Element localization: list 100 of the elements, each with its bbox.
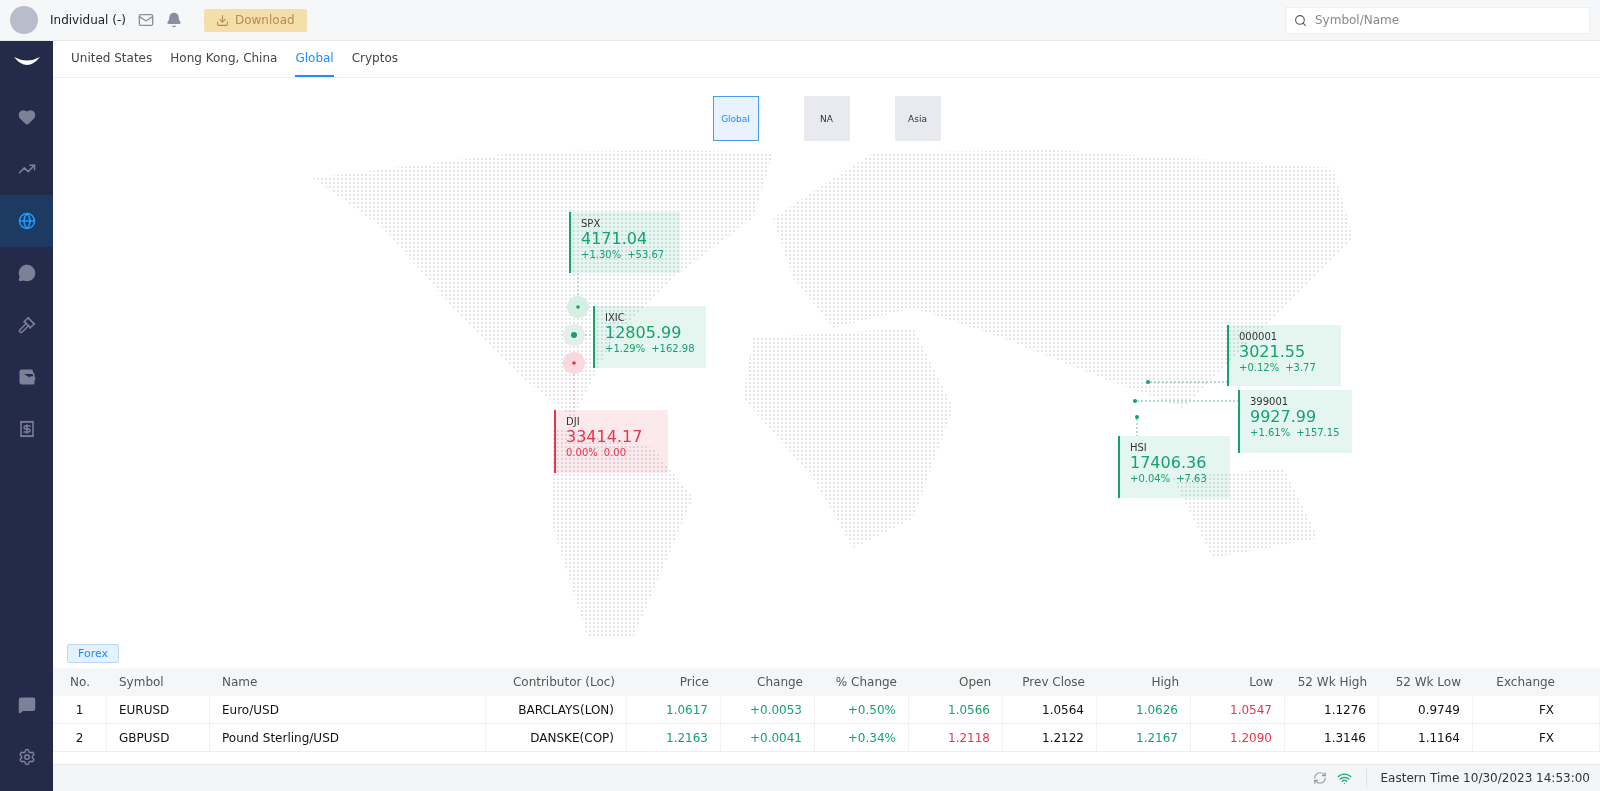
index-percent-change: +0.12% [1239,362,1280,373]
download-icon [215,13,229,27]
column-header: % Change [815,668,909,696]
column-header: Contributor (Loc) [486,668,627,696]
table-cell: Pound Sterling/USD [210,724,486,752]
table-cell: 1.0566 [909,696,1003,724]
sidebar-item[interactable] [0,195,53,247]
index-symbol: 399001 [1250,396,1290,407]
table-cell: 1.3146 [1285,724,1379,752]
table-cell: DANSKE(COP) [486,724,627,752]
index-change: +162.98 [651,343,695,354]
index-change: +7.63 [1176,473,1207,484]
index-symbol: 000001 [1239,331,1279,342]
table-cell: 1.2090 [1191,724,1285,752]
table-cell: FX [1473,696,1600,724]
index-price: 3021.55 [1239,342,1307,362]
table-cell: Euro/USD [210,696,486,724]
leader-line [1136,418,1138,437]
index-card[interactable]: 399001 9927.99 +1.61% +157.15 [1238,390,1352,453]
dollar-bill-icon [17,420,36,438]
table-cell: 0.9749 [1379,696,1473,724]
region-button[interactable]: Asia [894,96,941,141]
column-header: 52 Wk Low [1379,668,1473,696]
wifi-icon [1336,770,1352,786]
index-symbol: HSI [1130,442,1148,453]
table-cell: 1.1164 [1379,724,1473,752]
index-card[interactable]: HSI 17406.36 +0.04% +7.63 [1118,436,1230,498]
gavel-icon [17,316,36,334]
column-header: Price [627,668,721,696]
index-price: 4171.04 [581,229,649,249]
index-card[interactable]: DJI 33414.17 0.00% 0.00 [554,410,668,473]
index-percent-change: +1.30% [581,249,622,260]
table-cell: 1.2167 [1097,724,1191,752]
table-cell: 1.2163 [627,724,721,752]
map-marker[interactable] [1133,399,1137,403]
status-time: Eastern Time 10/30/2023 14:53:00 [1380,771,1590,785]
index-change: +3.77 [1285,362,1316,373]
index-price: 17406.36 [1130,453,1208,473]
map-marker[interactable] [1135,415,1139,419]
map-marker[interactable] [567,296,589,318]
map-marker[interactable] [563,352,585,374]
avatar[interactable] [10,6,38,34]
index-card[interactable]: 000001 3021.55 +0.12% +3.77 [1227,325,1341,386]
bell-icon[interactable] [165,12,182,28]
table-cell: 1 [53,696,107,724]
table-cell: BARCLAYS(LON) [486,696,627,724]
chat-icon [17,696,36,714]
index-symbol: SPX [581,218,602,229]
column-header: Exchange [1473,668,1600,696]
index-change: +53.67 [627,249,665,260]
index-symbol: DJI [566,416,581,427]
search-icon [1294,13,1307,27]
table-cell: +0.50% [815,696,909,724]
index-percent-change: +0.04% [1130,473,1171,484]
index-change: +157.15 [1296,427,1340,438]
index-percent-change: 0.00% [566,447,598,458]
map-marker[interactable] [1146,380,1150,384]
table-cell: 1.0547 [1191,696,1285,724]
wallet-icon [17,368,36,386]
table-cell: GBPUSD [107,724,210,752]
index-price: 12805.99 [605,323,683,343]
index-percent-change: +1.61% [1250,427,1291,438]
column-header: Open [909,668,1003,696]
map-marker[interactable] [563,324,585,346]
index-price: 9927.99 [1250,407,1318,427]
table-cell: FX [1473,724,1600,752]
column-header: Symbol [107,668,210,696]
heart-icon [17,108,36,126]
mail-icon[interactable] [137,12,154,28]
index-symbol: IXIC [605,312,626,323]
table-cell: 1.2118 [909,724,1003,752]
account-name[interactable]: Individual (-) [50,13,126,27]
column-header: Prev Close [1003,668,1097,696]
search-input[interactable]: Symbol/Name [1313,12,1581,28]
column-header: 52 Wk High [1285,668,1379,696]
table-cell: 1.2122 [1003,724,1097,752]
column-header: High [1097,668,1191,696]
tab[interactable]: Cryptos [351,41,399,77]
region-button[interactable]: NA [803,96,850,141]
settings-icon [17,748,36,766]
table-cell: +0.34% [815,724,909,752]
column-header: No. [53,668,107,696]
index-price: 33414.17 [566,427,644,447]
index-percent-change: +1.29% [605,343,646,354]
table-cell: 1.1276 [1285,696,1379,724]
table-cell: +0.0041 [721,724,815,752]
table-cell: 1.0626 [1097,696,1191,724]
table-cell: 2 [53,724,107,752]
search-field[interactable]: Symbol/Name [1285,6,1590,34]
globe-icon [17,212,36,230]
index-card[interactable]: IXIC 12805.99 +1.29% +162.98 [593,306,706,368]
table-cell: 1.0564 [1003,696,1097,724]
table-cell: 1.0617 [627,696,721,724]
index-change: 0.00 [603,447,627,458]
column-header: Change [721,668,815,696]
index-card[interactable]: SPX 4171.04 +1.30% +53.67 [569,212,680,273]
tab[interactable]: United States [71,41,153,77]
refresh-icon[interactable] [1312,771,1327,785]
tab[interactable]: Hong Kong, China [170,41,278,77]
column-header: Name [210,668,486,696]
